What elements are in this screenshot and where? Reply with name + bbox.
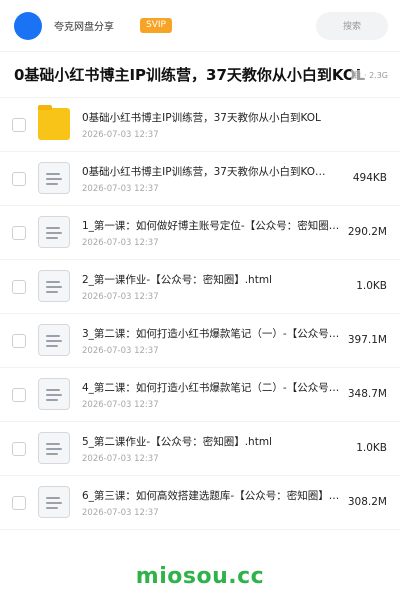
row-checkbox[interactable] xyxy=(12,334,26,348)
document-icon xyxy=(38,270,70,302)
file-size: 397.1M xyxy=(347,334,387,346)
watermark: miosou.cc xyxy=(135,564,265,589)
list-item[interactable]: 1_第一课：如何做好博主账号定位-【公众号：密知圈… 2026-07-03 12… xyxy=(0,206,400,260)
list-item[interactable]: 6_第三课：如何高效搭建选题库-【公众号：密知圈】… 2026-07-03 12… xyxy=(0,476,400,530)
avatar[interactable] xyxy=(14,11,42,40)
list-item[interactable]: 0基础小红书博主IP训练营，37天教你从小白到KO… 2026-07-03 12… xyxy=(0,152,400,206)
file-name: 0基础小红书博主IP训练营，37天教你从小白到KO… xyxy=(82,166,326,178)
document-icon xyxy=(38,486,70,518)
file-list: 0基础小红书博主IP训练营，37天教你从小白到KOL 2026-07-03 12… xyxy=(0,98,400,530)
row-checkbox[interactable] xyxy=(12,172,26,186)
row-checkbox[interactable] xyxy=(12,388,26,402)
file-name: 2_第一课作业-【公众号：密知圈】.html xyxy=(82,274,272,286)
list-item[interactable]: 0基础小红书博主IP训练营，37天教你从小白到KOL 2026-07-03 12… xyxy=(0,98,400,152)
file-date: 2026-07-03 12:37 xyxy=(82,238,159,248)
file-name: 5_第二课作业-【公众号：密知圈】.html xyxy=(82,436,272,448)
file-name: 4_第二课：如何打造小红书爆款笔记（二）-【公众号… xyxy=(82,382,340,394)
file-date: 2026-07-03 12:37 xyxy=(82,130,159,140)
file-size: 290.2M xyxy=(347,226,387,238)
folder-meta: 目 · 2.3G xyxy=(351,70,388,81)
document-icon xyxy=(38,432,70,464)
file-date: 2026-07-03 12:37 xyxy=(82,400,159,410)
list-item[interactable]: 2_第一课作业-【公众号：密知圈】.html 2026-07-03 12:37 … xyxy=(0,260,400,314)
file-size: 348.7M xyxy=(347,388,387,400)
file-name: 3_第二课：如何打造小红书爆款笔记（一）-【公众号… xyxy=(82,328,340,340)
list-item[interactable]: 5_第二课作业-【公众号：密知圈】.html 2026-07-03 12:37 … xyxy=(0,422,400,476)
folder-header: 0基础小红书博主IP训练营，37天教你从小白到KOL 目 · 2.3G xyxy=(0,52,400,98)
file-name: 0基础小红书博主IP训练营，37天教你从小白到KOL xyxy=(82,112,321,124)
share-header: 夸克网盘分享 SVIP 搜索 xyxy=(0,0,400,52)
file-date: 2026-07-03 12:37 xyxy=(82,508,159,518)
file-name: 1_第一课：如何做好博主账号定位-【公众号：密知圈… xyxy=(82,220,340,232)
list-item[interactable]: 3_第二课：如何打造小红书爆款笔记（一）-【公众号… 2026-07-03 12… xyxy=(0,314,400,368)
file-date: 2026-07-03 12:37 xyxy=(82,454,159,464)
file-date: 2026-07-03 12:37 xyxy=(82,292,159,302)
row-checkbox[interactable] xyxy=(12,496,26,510)
document-icon xyxy=(38,162,70,194)
document-icon xyxy=(38,378,70,410)
search-button[interactable]: 搜索 xyxy=(316,11,388,40)
file-size: 308.2M xyxy=(347,496,387,508)
document-icon xyxy=(38,216,70,248)
file-size: 1.0KB xyxy=(356,442,387,454)
share-title: 夸克网盘分享 xyxy=(54,22,114,33)
file-date: 2026-07-03 12:37 xyxy=(82,346,159,356)
row-checkbox[interactable] xyxy=(12,118,26,132)
list-item[interactable]: 4_第二课：如何打造小红书爆款笔记（二）-【公众号… 2026-07-03 12… xyxy=(0,368,400,422)
document-icon xyxy=(38,324,70,356)
row-checkbox[interactable] xyxy=(12,280,26,294)
folder-title: 0基础小红书博主IP训练营，37天教你从小白到KOL xyxy=(14,66,366,84)
row-checkbox[interactable] xyxy=(12,226,26,240)
svip-badge[interactable]: SVIP xyxy=(140,18,172,33)
file-size: 494KB xyxy=(352,172,387,184)
file-size: 1.0KB xyxy=(356,280,387,292)
file-name: 6_第三课：如何高效搭建选题库-【公众号：密知圈】… xyxy=(82,490,340,502)
folder-icon xyxy=(38,105,70,140)
row-checkbox[interactable] xyxy=(12,442,26,456)
file-date: 2026-07-03 12:37 xyxy=(82,184,159,194)
